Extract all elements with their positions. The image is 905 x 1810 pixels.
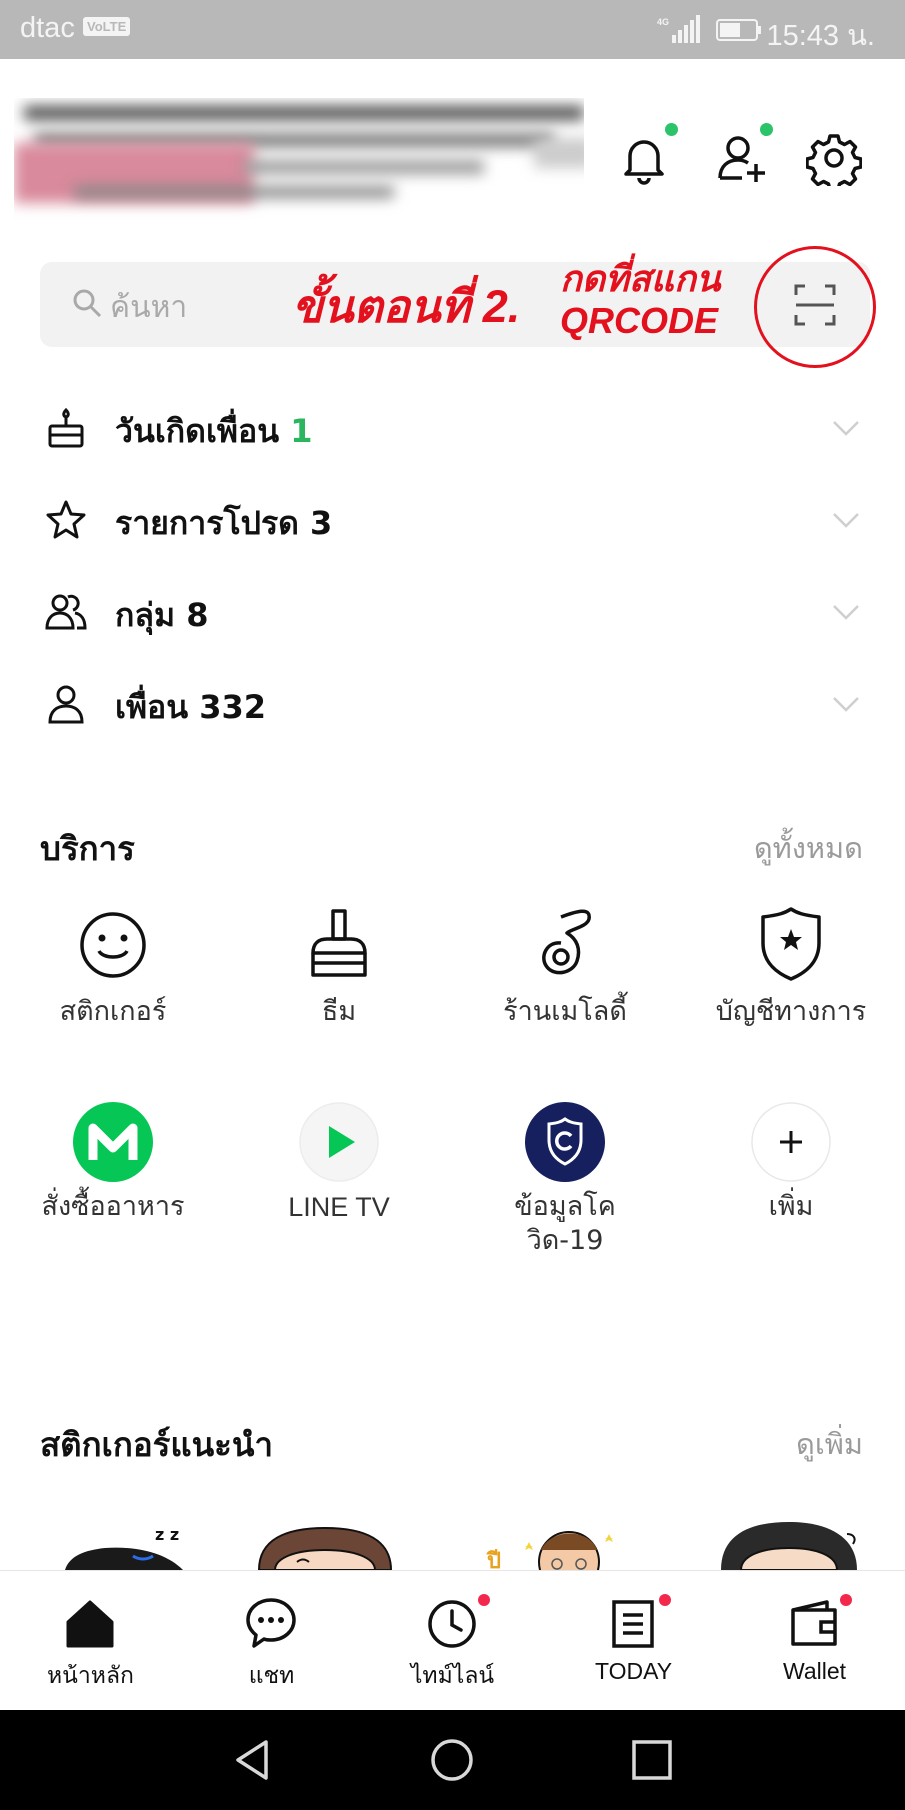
recents-icon[interactable] (630, 1738, 674, 1782)
service-label: ข้อมูลโค วิด-19 (452, 1190, 678, 1258)
service-label: LINE TV (288, 1192, 390, 1222)
annotation-line1: กดที่สแกน (560, 258, 721, 299)
home-circle-icon[interactable] (428, 1736, 476, 1784)
timeline-badge (478, 1594, 490, 1606)
list-label: วันเกิดเพื่อน (115, 412, 280, 450)
nav-label: ไทม์ไลน์ (410, 1662, 495, 1688)
nav-tab-home[interactable]: หน้าหลัก (0, 1590, 181, 1700)
news-icon (612, 1600, 654, 1648)
service-label: บัญชีทางการ (715, 996, 867, 1027)
chevron-down-icon (833, 513, 859, 528)
carrier-name: dtac (20, 12, 75, 44)
list-count: 3 (310, 504, 333, 542)
back-icon[interactable] (228, 1736, 276, 1784)
service-add-more[interactable]: เพิ่ม (678, 1102, 904, 1262)
nav-label: TODAY (594, 1658, 673, 1684)
service-label: ร้านเมโลดี้ (503, 996, 627, 1027)
search-icon (73, 289, 102, 318)
stickers-title: สติกเกอร์แนะนำ (40, 1425, 273, 1464)
nav-label: Wallet (782, 1658, 847, 1684)
clock-icon (428, 1600, 476, 1648)
svg-text:4G: 4G (657, 17, 669, 27)
nav-tab-wallet[interactable]: Wallet (724, 1590, 905, 1700)
nav-tab-today[interactable]: TODAY (543, 1590, 724, 1700)
person-icon (48, 685, 84, 724)
annotation-step: ขั้นตอนที่ 2. (292, 281, 521, 332)
official-shield-icon (761, 907, 821, 981)
nav-tab-timeline[interactable]: ไทม์ไลน์ (362, 1590, 543, 1700)
chevron-down-icon (833, 605, 859, 620)
sticker-strip: z z ปี (0, 1520, 905, 1570)
list-label: เพื่อน (115, 688, 189, 726)
nav-tab-chat[interactable]: แชท (181, 1590, 362, 1700)
service-label: ธีม (321, 996, 357, 1027)
svg-text:z z: z z (155, 1525, 179, 1544)
list-item-friends[interactable]: เพื่อน 332 (0, 658, 905, 750)
chevron-down-icon (833, 421, 859, 436)
nav-label: แชท (248, 1662, 295, 1688)
list-item-groups[interactable]: กลุ่ม 8 (0, 566, 905, 658)
wallet-badge (840, 1594, 852, 1606)
service-food-order[interactable]: สั่งซื้ออาหาร (0, 1102, 226, 1262)
services-see-all-link[interactable]: ดูทั้งหมด (754, 825, 863, 871)
sticker-dizzy[interactable]: ปี (485, 1520, 645, 1570)
star-icon (46, 500, 86, 539)
smiley-icon (80, 912, 146, 978)
nav-label: หน้าหลัก (47, 1662, 134, 1688)
annotation-text: กดที่สแกน QRCODE (560, 258, 721, 342)
list-count: 8 (186, 596, 209, 634)
lineman-icon (73, 1102, 153, 1182)
services-title: บริการ (40, 829, 135, 868)
annotation-circle (754, 246, 876, 368)
signal-icon: 4G (657, 15, 700, 43)
service-label: เพิ่ม (768, 1191, 814, 1222)
annotation-line2: QRCODE (560, 300, 719, 341)
profile-name[interactable] (14, 98, 15, 99)
chevron-down-icon (833, 697, 859, 712)
list-item-birthdays[interactable]: วันเกิดเพื่อน 1 (0, 382, 905, 474)
list-count: 332 (199, 688, 267, 726)
play-icon (299, 1102, 379, 1182)
svg-text:ปี: ปี (486, 1549, 501, 1570)
service-official-accounts[interactable]: บัญชีทางการ (678, 905, 904, 1035)
list-label: กลุ่ม (115, 596, 176, 634)
service-stickers[interactable]: สติกเกอร์ (0, 905, 226, 1035)
wallet-icon (791, 1600, 837, 1646)
today-badge (659, 1594, 671, 1606)
battery-icon (716, 19, 761, 41)
service-label: สติกเกอร์ (59, 996, 167, 1027)
service-melody[interactable]: ร้านเมโลดี้ (452, 905, 678, 1035)
service-covid-info[interactable]: ข้อมูลโค วิด-19 (452, 1102, 678, 1262)
sticker-sleeping[interactable]: z z (55, 1520, 195, 1570)
group-icon (45, 594, 87, 630)
home-icon (66, 1600, 114, 1648)
list-item-favorites[interactable]: รายการโปรด 3 (0, 474, 905, 566)
brush-icon (311, 909, 367, 977)
profile-banner[interactable] (14, 98, 584, 220)
status-time: 15:43 น. (766, 20, 875, 52)
list-count: 1 (290, 412, 313, 450)
search-input[interactable]: ค้นหา (110, 284, 187, 331)
list-label: รายการโปรด (115, 504, 299, 542)
plus-icon (751, 1102, 831, 1182)
music-note-icon (542, 909, 591, 975)
bell-badge (665, 123, 678, 136)
covid-shield-icon (525, 1102, 605, 1182)
chat-icon (246, 1598, 296, 1648)
cake-icon (48, 407, 84, 448)
add-friend-badge (760, 123, 773, 136)
sticker-boy[interactable] (255, 1520, 395, 1570)
add-friend-icon[interactable] (714, 130, 770, 186)
service-label-line2: วิด-19 (526, 1225, 604, 1256)
service-label-line1: ข้อมูลโค (514, 1191, 616, 1222)
service-line-tv[interactable]: LINE TV (226, 1102, 452, 1262)
bell-icon[interactable] (616, 130, 672, 186)
gear-icon[interactable] (806, 130, 862, 186)
sticker-man[interactable] (715, 1520, 865, 1570)
stickers-see-more-link[interactable]: ดูเพิ่ม (796, 1421, 863, 1467)
volte-badge: VoLTE (83, 17, 131, 36)
service-themes[interactable]: ธีม (226, 905, 452, 1035)
service-label: สั่งซื้ออาหาร (41, 1191, 185, 1222)
